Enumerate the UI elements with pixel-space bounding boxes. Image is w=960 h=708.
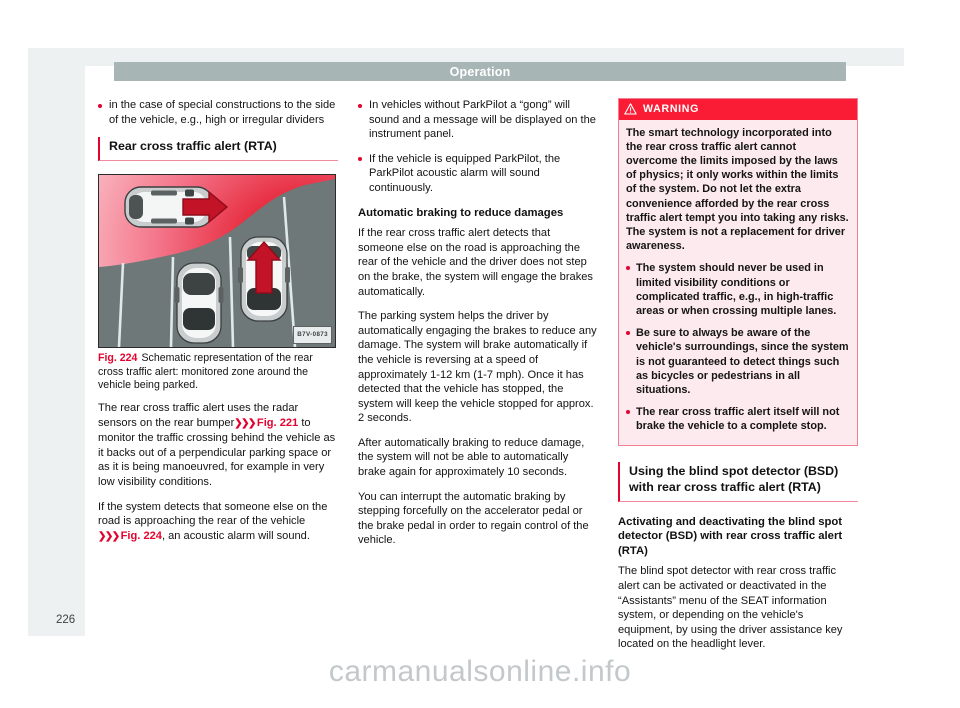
warning-header: WARNING — [619, 99, 857, 120]
paragraph-parking-system: The parking system helps the driver by a… — [358, 310, 597, 425]
column-middle: In vehicles without ParkPilot a “gong” w… — [358, 98, 598, 558]
running-header: Operation — [114, 62, 846, 81]
running-header-title: Operation — [449, 64, 511, 79]
section-heading-bsd-rta: Using the blind spot detector (BSD) with… — [618, 461, 858, 502]
warning-content: The smart technology incorporated into t… — [619, 120, 857, 445]
sub-heading-automatic-braking: Automatic braking to reduce damages — [358, 206, 564, 219]
paragraph-text-after: , an acoustic alarm will sound. — [161, 529, 310, 542]
paragraph-auto-brake-detect: If the rear cross traffic alert detects … — [358, 227, 593, 298]
list-item: In vehicles without ParkPilot a “gong” w… — [358, 98, 598, 142]
paragraph-rta-description: The rear cross traffic alert uses the ra… — [98, 401, 338, 490]
warning-list-item: The rear cross traffic alert itself will… — [626, 405, 850, 433]
sub-heading-activating-bsd: Activating and deactivating the blind sp… — [618, 515, 843, 557]
cross-reference-fig-224[interactable]: ❯❯❯ Fig. 224 — [98, 530, 162, 542]
watermark: carmanualsonline.info — [328, 655, 632, 688]
figure-image: B7V-0873 — [98, 174, 336, 349]
paragraph-interrupt-braking: You can interrupt the automatic braking … — [358, 490, 589, 547]
figure-caption: Fig. 224 Schematic representation of the … — [98, 352, 338, 393]
paragraph-rta-alarm: If the system detects that someone else … — [98, 500, 338, 545]
warning-paragraph: The smart technology incorporated into t… — [626, 126, 849, 253]
schematic-illustration — [99, 179, 335, 348]
warning-list-item: The system should never be used in limit… — [626, 261, 850, 318]
paragraph-bsd-activation: The blind spot detector with rear cross … — [618, 565, 843, 651]
paragraph-rebrake-delay: After automatically braking to reduce da… — [358, 436, 585, 479]
section-heading-rta: Rear cross traffic alert (RTA) — [98, 137, 338, 162]
paragraph-text-before: If the system detects that someone else … — [98, 500, 328, 528]
warning-label: WARNING — [643, 103, 700, 115]
warning-box: WARNING The smart technology incorporate… — [618, 98, 858, 446]
list-item: If the vehicle is equipped ParkPilot, th… — [358, 152, 598, 196]
parked-vehicle — [174, 262, 224, 344]
cross-reference-label: Fig. 221 — [256, 416, 299, 429]
cross-reference-label: Fig. 224 — [120, 529, 162, 542]
cross-reference-fig-221[interactable]: ❯❯❯ Fig. 221 — [234, 417, 298, 429]
figure-code: B7V-0873 — [293, 325, 332, 345]
warning-list-item: Be sure to always be aware of the vehicl… — [626, 326, 850, 397]
list-item: in the case of special constructions to … — [98, 98, 338, 127]
figure-224: B7V-0873 Fig. 224 Schematic representatio… — [98, 174, 338, 393]
chevron-right-icon: ❯❯❯ — [234, 417, 256, 429]
page-number: 226 — [56, 614, 76, 626]
warning-triangle-icon — [624, 103, 637, 115]
column-right: WARNING The smart technology incorporate… — [618, 98, 858, 662]
column-left: in the case of special constructions to … — [98, 98, 338, 554]
chevron-right-icon: ❯❯❯ — [98, 530, 120, 542]
figure-number: Fig. 224 — [98, 352, 138, 365]
